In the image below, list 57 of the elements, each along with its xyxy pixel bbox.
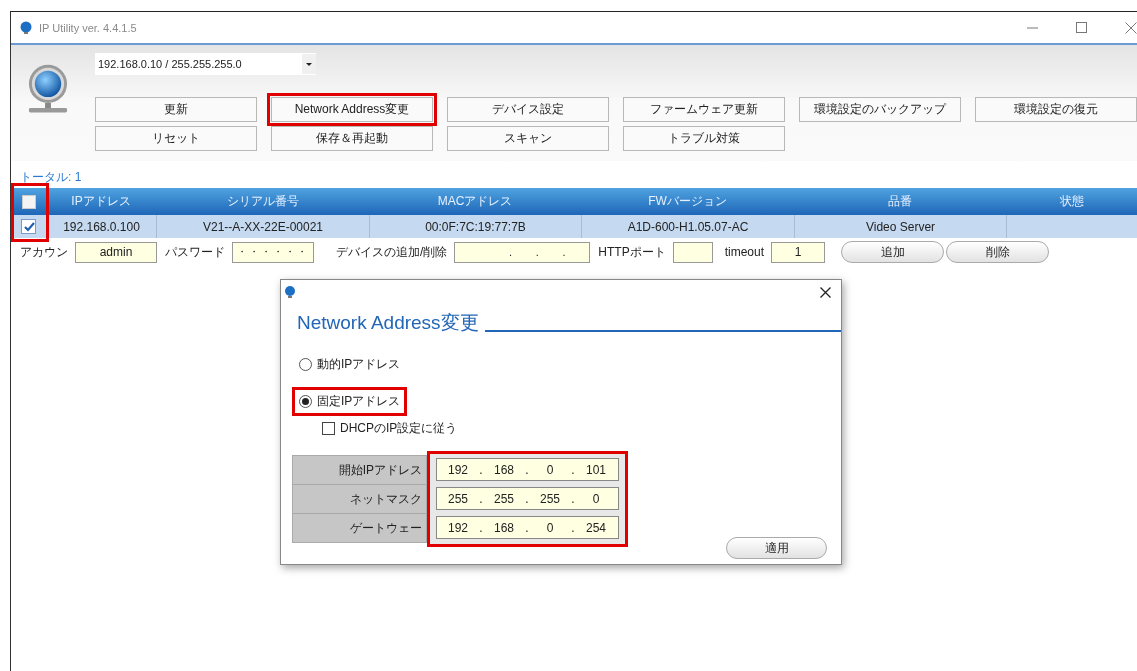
table-row[interactable]: 192.168.0.100 V21--A-XX-22E-00021 00:0F:7C:19:77:7B A1D-600-H1.05.07-AC Video Server [11, 215, 1137, 238]
row-checkbox[interactable] [21, 219, 36, 234]
toolbar-button[interactable]: 環境設定のバックアップ [799, 97, 961, 122]
close-button[interactable] [818, 284, 833, 300]
toolbar-button[interactable]: トラブル対策 [623, 126, 785, 151]
dhcp-checkbox[interactable]: DHCPのIP設定に従う [322, 420, 458, 437]
column-header[interactable]: MACアドレス [369, 188, 581, 215]
action-button[interactable]: 追加 [841, 241, 945, 263]
table-cell: 00:0F:7C:19:77:7B [369, 215, 581, 238]
column-header[interactable]: 状態 [1006, 188, 1137, 215]
account-field[interactable]: admin [75, 241, 157, 263]
ip-address-field[interactable]: 192 . 168 . 0 . 101 [436, 458, 619, 481]
network-select[interactable]: 192.168.0.10 / 255.255.255.0 [95, 53, 316, 75]
column-header[interactable]: 品番 [794, 188, 1006, 215]
app-icon [284, 286, 296, 298]
close-icon [1125, 21, 1137, 34]
dropdown-arrow-icon [306, 62, 312, 66]
radio-option[interactable]: 固定IPアドレス [295, 390, 405, 413]
toolbar-button[interactable]: スキャン [447, 126, 609, 151]
table-cell: V21--A-XX-22E-00021 [156, 215, 369, 238]
toolbar-button[interactable]: 更新 [95, 97, 257, 122]
table-cell: 192.168.0.100 [46, 215, 156, 238]
ip-address-field[interactable]: 192 . 168 . 0 . 254 [436, 516, 619, 539]
total-count: トータル: 1 [20, 169, 83, 186]
ip-address-field[interactable]: . . . [454, 241, 591, 263]
action-button[interactable]: 削除 [946, 241, 1050, 263]
timeout-label: timeout [724, 245, 765, 259]
close-icon [820, 286, 831, 298]
select-all-checkbox[interactable] [21, 194, 36, 209]
radio-option[interactable]: 動的IPアドレス [295, 353, 405, 376]
table-cell: A1D-600-H1.05.07-AC [581, 215, 794, 238]
field-label: ネットマスク [350, 490, 422, 508]
app-icon [19, 20, 33, 35]
table-cell: Video Server [794, 215, 1006, 238]
ip-address-field[interactable]: 255 . 255 . 255 . 0 [436, 487, 619, 510]
column-header[interactable]: FWバージョン [581, 188, 794, 215]
password-label: パスワード [165, 243, 225, 261]
toolbar-button[interactable]: デバイス設定 [447, 97, 609, 122]
toolbar-button[interactable]: リセット [95, 126, 257, 151]
timeout-field[interactable]: 1 [771, 241, 826, 263]
toolbar-button[interactable]: Network Address変更 [271, 97, 433, 122]
device-add-remove-label: デバイスの追加/削除 [336, 243, 448, 261]
field-label: ゲートウェー [350, 519, 422, 537]
checkmark-icon [22, 221, 35, 232]
http-port-field[interactable] [672, 241, 713, 263]
toolbar-button[interactable]: 環境設定の復元 [975, 97, 1137, 122]
window-title: IP Utility ver. 4.4.1.5 [39, 21, 137, 34]
http-port-label: HTTPポート [598, 243, 666, 261]
account-label: アカウン [20, 243, 68, 261]
maximize-icon [1076, 22, 1087, 33]
toolbar-button[interactable]: 保存＆再起動 [271, 126, 433, 151]
toolbar-button[interactable]: ファームウェア更新 [623, 97, 785, 122]
dialog-heading: Network Address変更 [297, 311, 479, 335]
password-field[interactable]: ・・・・・・ [232, 241, 314, 263]
field-label: 開始IPアドレス [338, 461, 422, 479]
column-header[interactable]: シリアル番号 [156, 188, 369, 215]
apply-button[interactable]: 適用 [726, 537, 827, 559]
